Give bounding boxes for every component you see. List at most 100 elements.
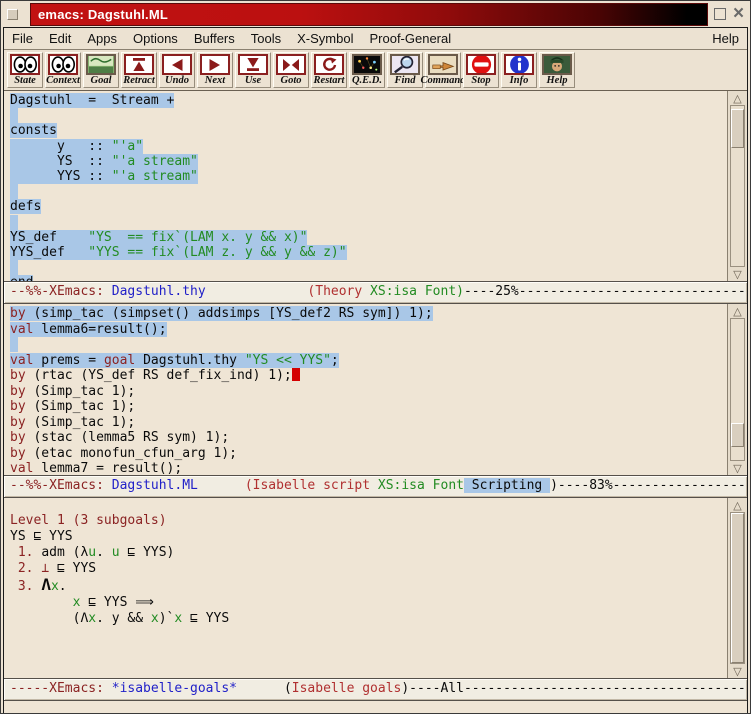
scrollbar[interactable]: △▽ <box>727 91 747 281</box>
goal-icon <box>86 54 116 75</box>
use-button[interactable]: Use <box>235 52 271 88</box>
find-button[interactable]: Find <box>387 52 423 88</box>
toolbar-button-label: Restart <box>314 75 345 87</box>
code-line: by (Simp_tac 1); <box>10 415 728 431</box>
code-line: end <box>10 275 728 281</box>
buffer-dagstuhl-ml[interactable]: by (simp_tac (simpset() addsimps [YS_def… <box>4 304 747 475</box>
title-bar-strip[interactable]: emacs: Dagstuhl.ML <box>30 3 708 26</box>
next-icon <box>200 54 230 75</box>
scroll-up-arrow-icon[interactable]: △ <box>728 91 747 105</box>
scrollbar-thumb[interactable] <box>731 423 744 447</box>
eyes-icon <box>10 54 40 75</box>
maximize-button[interactable] <box>712 7 727 22</box>
window-title: emacs: Dagstuhl.ML <box>31 7 168 22</box>
text-cursor <box>292 368 300 381</box>
stop-icon <box>466 54 496 75</box>
titlebar: emacs: Dagstuhl.ML × <box>1 1 750 27</box>
undo-icon <box>162 54 192 75</box>
toolbar-button-label: Undo <box>165 75 189 87</box>
eyes-icon <box>48 54 78 75</box>
info-button[interactable]: Info <box>501 52 537 88</box>
code-line: 1. adm (λu. u ⊑ YYS) <box>10 545 728 561</box>
menu-proof-general[interactable]: Proof-General <box>361 28 459 49</box>
qed-icon <box>352 54 382 75</box>
next-button[interactable]: Next <box>197 52 233 88</box>
menu-edit[interactable]: Edit <box>41 28 79 49</box>
stop-button[interactable]: Stop <box>463 52 499 88</box>
scrollbar[interactable]: △▽ <box>727 498 747 678</box>
menu-apps[interactable]: Apps <box>79 28 125 49</box>
restart-button[interactable]: Restart <box>311 52 347 88</box>
buffer-text-area[interactable]: Level 1 (3 subgoals)YS ⊑ YYS 1. adm (λu.… <box>4 498 728 678</box>
command-button[interactable]: Command <box>425 52 461 88</box>
modeline-isabelle-goals: -----XEmacs: *isabelle-goals* (Isabelle … <box>4 678 747 701</box>
scroll-down-arrow-icon[interactable]: ▽ <box>728 461 747 475</box>
buffer-text-area[interactable]: Dagstuhl = Stream + consts y :: "'a" YS … <box>4 91 728 281</box>
code-line: by (Simp_tac 1); <box>10 384 728 400</box>
code-line: by (Simp_tac 1); <box>10 399 728 415</box>
code-line: x ⊑ YYS ⟹ <box>10 595 728 611</box>
state-button[interactable]: State <box>7 52 43 88</box>
use-icon <box>238 54 268 75</box>
info-icon <box>504 54 534 75</box>
buffer-dagstuhl-thy[interactable]: Dagstuhl = Stream + consts y :: "'a" YS … <box>4 91 747 281</box>
menubar: FileEditAppsOptionsBuffersToolsX-SymbolP… <box>4 28 747 50</box>
code-line: by (etac monofun_cfun_arg 1); <box>10 446 728 462</box>
goal-button[interactable]: Goal <box>83 52 119 88</box>
toolbar-button-label: Q.E.D. <box>352 75 382 87</box>
code-line <box>10 184 728 199</box>
scrollbar-track[interactable] <box>730 318 745 461</box>
menu-help[interactable]: Help <box>704 28 747 49</box>
context-button[interactable]: Context <box>45 52 81 88</box>
code-line: by (rtac (YS_def RS def_fix_ind) 1); <box>10 368 728 384</box>
restart-icon <box>314 54 344 75</box>
toolbar-button-label: Use <box>245 75 261 87</box>
scrollbar[interactable]: △▽ <box>727 304 747 475</box>
toolbar: State ContextGoal Retract Undo Next Use Goto Re… <box>4 50 747 91</box>
scroll-down-arrow-icon[interactable]: ▽ <box>728 664 747 678</box>
menu-options[interactable]: Options <box>125 28 186 49</box>
window-menu-button[interactable] <box>7 9 18 20</box>
retract-icon <box>124 54 154 75</box>
modeline-dagstuhl-ml: --%%-XEmacs: Dagstuhl.ML (Isabelle scrip… <box>4 475 747 498</box>
code-line <box>10 108 728 123</box>
toolbar-button-label: Info <box>510 75 529 87</box>
code-line: by (stac (lemma5 RS sym) 1); <box>10 430 728 446</box>
minibuffer[interactable] <box>4 701 747 714</box>
scroll-down-arrow-icon[interactable]: ▽ <box>728 267 747 281</box>
buffer-isabelle-goals[interactable]: Level 1 (3 subgoals)YS ⊑ YYS 1. adm (λu.… <box>4 498 747 678</box>
code-line: defs <box>10 199 728 214</box>
toolbar-button-label: Stop <box>471 75 490 87</box>
code-line: YYS_def "YYS == fix`(LAM z. y && y && z)… <box>10 245 728 260</box>
help-button[interactable]: Help <box>539 52 575 88</box>
menu-file[interactable]: File <box>4 28 41 49</box>
code-line: YYS :: "'a stream" <box>10 169 728 184</box>
q-e-d-button[interactable]: Q.E.D. <box>349 52 385 88</box>
toolbar-button-label: State <box>14 75 36 87</box>
code-line: YS ⊑ YYS <box>10 529 728 545</box>
code-line <box>10 337 728 353</box>
code-line: 3. Λx. <box>10 577 728 595</box>
scrollbar-thumb[interactable] <box>731 109 744 147</box>
toolbar-button-label: Find <box>394 75 415 87</box>
scroll-up-arrow-icon[interactable]: △ <box>728 304 747 318</box>
code-line <box>10 215 728 230</box>
goto-button[interactable]: Goto <box>273 52 309 88</box>
scroll-up-arrow-icon[interactable]: △ <box>728 498 747 512</box>
code-line: val prems = goal Dagstuhl.thy "YS << YYS… <box>10 353 728 369</box>
toolbar-button-label: Next <box>205 75 225 87</box>
undo-button[interactable]: Undo <box>159 52 195 88</box>
menu-tools[interactable]: Tools <box>243 28 289 49</box>
code-line <box>10 500 728 513</box>
menu-x-symbol[interactable]: X-Symbol <box>289 28 361 49</box>
buffer-text-area[interactable]: by (simp_tac (simpset() addsimps [YS_def… <box>4 304 728 475</box>
close-button[interactable]: × <box>731 7 746 22</box>
code-line: by (simp_tac (simpset() addsimps [YS_def… <box>10 306 728 322</box>
toolbar-button-label: Retract <box>123 75 155 87</box>
find-icon <box>390 54 420 75</box>
retract-button[interactable]: Retract <box>121 52 157 88</box>
menu-buffers[interactable]: Buffers <box>186 28 243 49</box>
scrollbar-track[interactable] <box>730 512 745 664</box>
scrollbar-track[interactable] <box>730 105 745 267</box>
scrollbar-thumb[interactable] <box>731 513 744 663</box>
